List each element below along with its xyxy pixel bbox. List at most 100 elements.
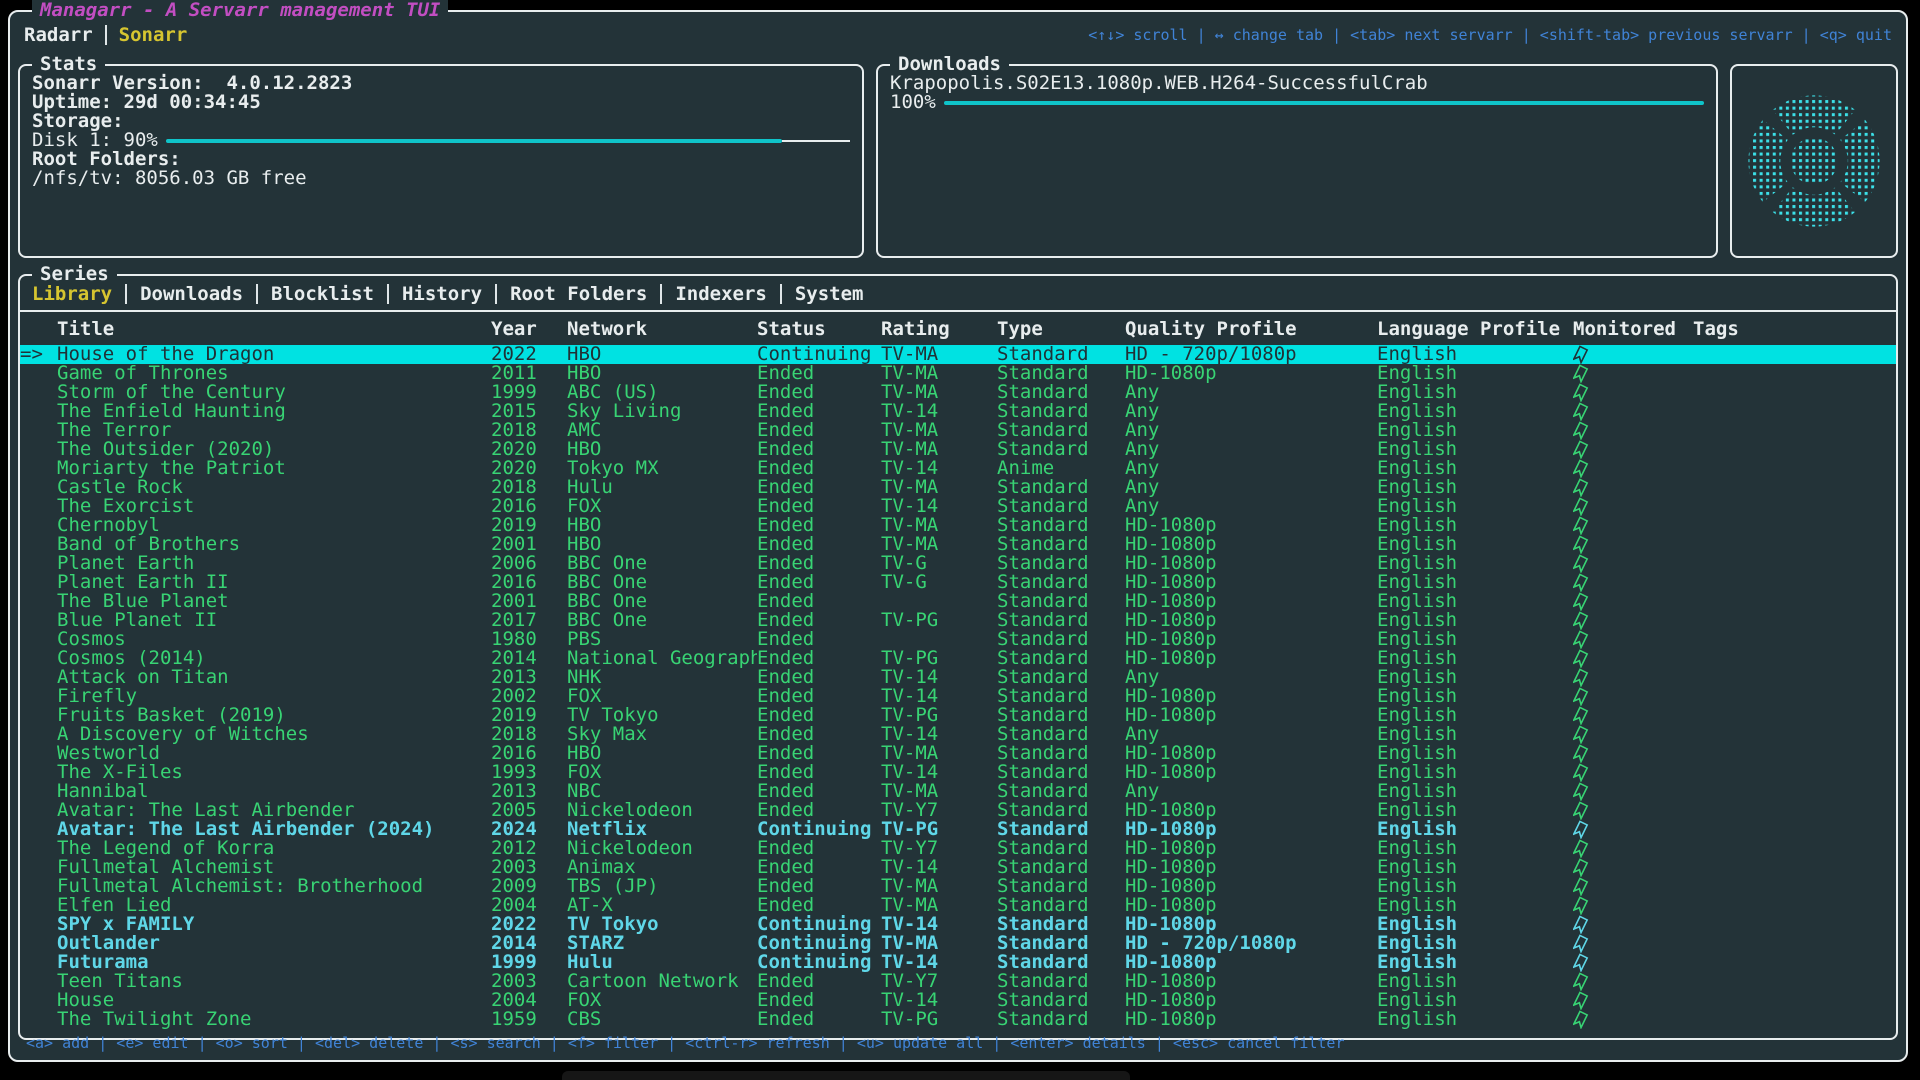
cell-status: Ended xyxy=(757,516,881,535)
table-row[interactable]: Cosmos (2014)2014National GeographicEnde… xyxy=(20,649,1896,668)
cell-rating: TV-Y7 xyxy=(881,801,997,820)
cell-status: Continuing xyxy=(757,934,881,953)
table-row[interactable]: SPY x FAMILY2022TV TokyoContinuingTV-14S… xyxy=(20,915,1896,934)
table-row[interactable]: A Discovery of Witches2018Sky MaxEndedTV… xyxy=(20,725,1896,744)
table-row[interactable]: The X-Files1993FOXEndedTV-14StandardHD-1… xyxy=(20,763,1896,782)
table-row[interactable]: Firefly2002FOXEndedTV-14StandardHD-1080p… xyxy=(20,687,1896,706)
header-year[interactable]: Year xyxy=(491,320,567,339)
table-row[interactable]: Teen Titans2003Cartoon NetworkEndedTV-Y7… xyxy=(20,972,1896,991)
table-row[interactable]: Futurama1999HuluContinuingTV-14StandardH… xyxy=(20,953,1896,972)
cell-status: Ended xyxy=(757,877,881,896)
table-row[interactable]: Moriarty the Patriot2020Tokyo MXEndedTV-… xyxy=(20,459,1896,478)
table-row[interactable]: Planet Earth II2016BBC OneEndedTV-GStand… xyxy=(20,573,1896,592)
table-row[interactable]: Attack on Titan2013NHKEndedTV-14Standard… xyxy=(20,668,1896,687)
cell-type: Standard xyxy=(997,630,1125,649)
bookmark-icon xyxy=(1573,877,1591,896)
cell-status: Ended xyxy=(757,687,881,706)
table-row[interactable]: Storm of the Century1999ABC (US)EndedTV-… xyxy=(20,383,1896,402)
servarr-tab-sonarr[interactable]: Sonarr xyxy=(119,24,188,46)
uptime: Uptime: 29d 00:34:45 xyxy=(32,93,850,112)
series-tab-library[interactable]: Library xyxy=(32,283,112,305)
table-row[interactable]: Fruits Basket (2019)2019TV TokyoEndedTV-… xyxy=(20,706,1896,725)
header-type[interactable]: Type xyxy=(997,320,1125,339)
cell-quality-profile: HD - 720p/1080p xyxy=(1125,934,1377,953)
table-row[interactable]: Avatar: The Last Airbender (2024)2024Net… xyxy=(20,820,1896,839)
cell-network: CBS xyxy=(567,1010,757,1029)
cell-type: Standard xyxy=(997,516,1125,535)
cell-type: Standard xyxy=(997,649,1125,668)
table-row[interactable]: Planet Earth2006BBC OneEndedTV-GStandard… xyxy=(20,554,1896,573)
cell-language-profile: English xyxy=(1377,725,1573,744)
cell-prefix xyxy=(20,364,57,383)
header-quality-profile[interactable]: Quality Profile xyxy=(1125,320,1377,339)
cell-network: HBO xyxy=(567,744,757,763)
library-keybinds-help: <a> add | <e> edit | <o> sort | <del> de… xyxy=(26,1034,1345,1052)
table-row[interactable]: Avatar: The Last Airbender2005Nickelodeo… xyxy=(20,801,1896,820)
header-rating[interactable]: Rating xyxy=(881,320,997,339)
series-tab-downloads[interactable]: Downloads xyxy=(140,283,243,305)
series-tab-indexers[interactable]: Indexers xyxy=(675,283,767,305)
managarr-logo xyxy=(1739,86,1889,236)
cell-title: Storm of the Century xyxy=(57,383,491,402)
cell-network: BBC One xyxy=(567,573,757,592)
series-tab-history[interactable]: History xyxy=(402,283,482,305)
table-row[interactable]: Fullmetal Alchemist: Brotherhood2009TBS … xyxy=(20,877,1896,896)
table-row[interactable]: Fullmetal Alchemist2003AnimaxEndedTV-14S… xyxy=(20,858,1896,877)
cell-quality-profile: Any xyxy=(1125,478,1377,497)
cell-rating: TV-14 xyxy=(881,991,997,1010)
cell-monitored xyxy=(1573,478,1693,497)
cell-year: 2015 xyxy=(491,402,567,421)
table-row[interactable]: =>House of the Dragon2022HBOContinuingTV… xyxy=(20,345,1896,364)
bookmark-icon xyxy=(1573,934,1591,953)
table-row[interactable]: House2004FOXEndedTV-14StandardHD-1080pEn… xyxy=(20,991,1896,1010)
table-row[interactable]: Cosmos1980PBSEndedStandardHD-1080pEnglis… xyxy=(20,630,1896,649)
bookmark-icon xyxy=(1573,345,1591,364)
cell-monitored xyxy=(1573,402,1693,421)
table-row[interactable]: Game of Thrones2011HBOEndedTV-MAStandard… xyxy=(20,364,1896,383)
table-row[interactable]: The Exorcist2016FOXEndedTV-14StandardAny… xyxy=(20,497,1896,516)
cell-tags xyxy=(1693,801,1896,820)
table-row[interactable]: The Legend of Korra2012NickelodeonEndedT… xyxy=(20,839,1896,858)
bookmark-icon xyxy=(1573,991,1591,1010)
tab-divider xyxy=(780,284,782,304)
table-row[interactable]: Band of Brothers2001HBOEndedTV-MAStandar… xyxy=(20,535,1896,554)
cell-status: Ended xyxy=(757,896,881,915)
cell-status: Continuing xyxy=(757,345,881,364)
header-tags[interactable]: Tags xyxy=(1693,320,1896,339)
header-monitored[interactable]: Monitored xyxy=(1573,320,1693,339)
cell-title: House of the Dragon xyxy=(57,345,491,364)
table-row[interactable]: The Twilight Zone1959CBSEndedTV-PGStanda… xyxy=(20,1010,1896,1029)
cell-language-profile: English xyxy=(1377,611,1573,630)
table-row[interactable]: Elfen Lied2004AT-XEndedTV-MAStandardHD-1… xyxy=(20,896,1896,915)
servarr-tab-radarr[interactable]: Radarr xyxy=(24,24,93,46)
table-row[interactable]: Blue Planet II2017BBC OneEndedTV-PGStand… xyxy=(20,611,1896,630)
cell-quality-profile: HD-1080p xyxy=(1125,801,1377,820)
download-progress-line: 100% xyxy=(890,93,1704,112)
cell-quality-profile: HD-1080p xyxy=(1125,364,1377,383)
header-network[interactable]: Network xyxy=(567,320,757,339)
series-tab-root-folders[interactable]: Root Folders xyxy=(510,283,647,305)
series-tab-blocklist[interactable]: Blocklist xyxy=(271,283,374,305)
cell-title: Planet Earth II xyxy=(57,573,491,592)
cell-prefix xyxy=(20,402,57,421)
table-row[interactable]: Westworld2016HBOEndedTV-MAStandardHD-108… xyxy=(20,744,1896,763)
cell-language-profile: English xyxy=(1377,706,1573,725)
table-row[interactable]: Castle Rock2018HuluEndedTV-MAStandardAny… xyxy=(20,478,1896,497)
bookmark-icon xyxy=(1573,592,1591,611)
table-row[interactable]: Chernobyl2019HBOEndedTV-MAStandardHD-108… xyxy=(20,516,1896,535)
tab-divider xyxy=(387,284,389,304)
series-tab-system[interactable]: System xyxy=(795,283,864,305)
header-language-profile[interactable]: Language Profile xyxy=(1377,320,1573,339)
header-title[interactable]: Title xyxy=(57,320,491,339)
table-row[interactable]: The Blue Planet2001BBC OneEndedStandardH… xyxy=(20,592,1896,611)
cell-tags xyxy=(1693,649,1896,668)
table-row[interactable]: The Outsider (2020)2020HBOEndedTV-MAStan… xyxy=(20,440,1896,459)
cell-language-profile: English xyxy=(1377,573,1573,592)
header-status[interactable]: Status xyxy=(757,320,881,339)
table-row[interactable]: The Enfield Haunting2015Sky LivingEndedT… xyxy=(20,402,1896,421)
cell-tags xyxy=(1693,877,1896,896)
bookmark-icon xyxy=(1573,554,1591,573)
table-row[interactable]: The Terror2018AMCEndedTV-MAStandardAnyEn… xyxy=(20,421,1896,440)
table-row[interactable]: Hannibal2013NBCEndedTV-MAStandardAnyEngl… xyxy=(20,782,1896,801)
table-row[interactable]: Outlander2014STARZContinuingTV-MAStandar… xyxy=(20,934,1896,953)
